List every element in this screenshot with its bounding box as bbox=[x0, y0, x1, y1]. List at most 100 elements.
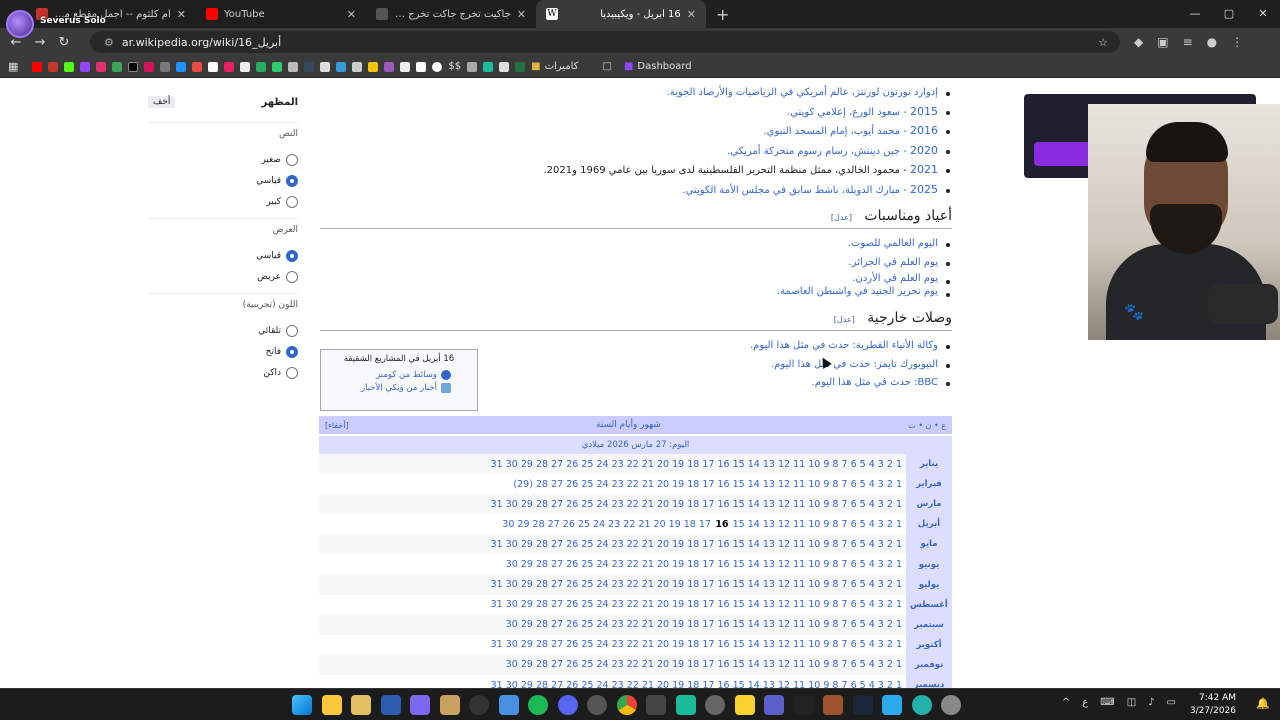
day-link[interactable]: 30 bbox=[503, 579, 518, 590]
day-link[interactable]: 7 bbox=[838, 579, 847, 590]
month-name[interactable]: أغسطس bbox=[906, 594, 952, 615]
day-link[interactable]: 21 bbox=[639, 680, 654, 688]
bookmark-money[interactable]: $$ bbox=[448, 61, 461, 72]
day-link[interactable]: 15 bbox=[730, 459, 745, 470]
day-link[interactable]: 24 bbox=[593, 459, 608, 470]
day-link[interactable]: 6 bbox=[848, 599, 857, 610]
day-link[interactable]: 1 bbox=[893, 479, 902, 490]
day-link[interactable]: 25 bbox=[578, 599, 593, 610]
day-link[interactable]: 18 bbox=[684, 639, 699, 650]
day-link[interactable]: 14 bbox=[745, 680, 760, 688]
day-link[interactable]: 8 bbox=[829, 559, 838, 570]
bookmark-icon[interactable] bbox=[368, 61, 379, 72]
day-link[interactable]: 16 bbox=[714, 659, 729, 670]
day-link[interactable]: 4 bbox=[866, 579, 875, 590]
tab-3[interactable]: جاكيت تخرج جاكت تخرج جاكيتات ✕ bbox=[366, 0, 536, 28]
apps-grid-icon[interactable]: ▦ bbox=[8, 60, 18, 73]
app-icon[interactable] bbox=[380, 695, 401, 715]
day-link[interactable]: 22 bbox=[624, 659, 639, 670]
day-link[interactable]: 9 bbox=[820, 599, 829, 610]
day-link[interactable]: 1 bbox=[893, 659, 902, 670]
day-link[interactable]: 5 bbox=[857, 599, 866, 610]
day-link[interactable]: 11 bbox=[790, 519, 805, 530]
day-link[interactable]: 11 bbox=[790, 539, 805, 550]
tab-2[interactable]: YouTube ✕ bbox=[196, 0, 366, 28]
day-link[interactable]: 5 bbox=[857, 459, 866, 470]
day-link[interactable]: 17 bbox=[699, 659, 714, 670]
day-link[interactable]: 29 bbox=[518, 659, 533, 670]
day-link[interactable]: 5 bbox=[857, 619, 866, 630]
day-link[interactable]: 17 bbox=[699, 559, 714, 570]
day-link[interactable]: 28 bbox=[530, 519, 545, 530]
day-link[interactable]: 1 bbox=[893, 579, 902, 590]
day-link[interactable]: 3 bbox=[875, 579, 884, 590]
day-link[interactable]: 5 bbox=[857, 680, 866, 688]
app-icon[interactable] bbox=[675, 695, 696, 715]
day-link[interactable]: 2 bbox=[884, 499, 893, 510]
day-link[interactable]: 8 bbox=[829, 479, 838, 490]
day-link[interactable]: 14 bbox=[745, 479, 760, 490]
day-link[interactable]: 25 bbox=[578, 539, 593, 550]
day-link[interactable]: 6 bbox=[848, 559, 857, 570]
day-link[interactable]: 13 bbox=[760, 639, 775, 650]
day-link[interactable]: 6 bbox=[848, 519, 857, 530]
day-link[interactable]: 24 bbox=[593, 680, 608, 688]
day-link[interactable]: 27 bbox=[548, 599, 563, 610]
day-link[interactable]: 28 bbox=[533, 680, 548, 688]
day-link[interactable]: 10 bbox=[805, 479, 820, 490]
day-link[interactable]: 12 bbox=[775, 559, 790, 570]
day-link[interactable]: 27 bbox=[548, 479, 563, 490]
day-link[interactable]: 28 bbox=[533, 599, 548, 610]
day-link[interactable]: 20 bbox=[654, 619, 669, 630]
day-link[interactable]: 1 bbox=[893, 639, 902, 650]
day-link[interactable]: 14 bbox=[745, 559, 760, 570]
day-link[interactable]: 19 bbox=[669, 659, 684, 670]
day-link[interactable]: 27 bbox=[548, 639, 563, 650]
color-dark[interactable]: داكن bbox=[148, 362, 298, 383]
bookmark-icon[interactable] bbox=[224, 61, 235, 72]
day-link[interactable]: 19 bbox=[669, 639, 684, 650]
maximize-button[interactable]: ▢ bbox=[1212, 0, 1246, 28]
bookmark-excel-icon[interactable] bbox=[515, 61, 526, 72]
day-link[interactable]: 24 bbox=[593, 599, 608, 610]
settings-icon[interactable] bbox=[941, 695, 961, 715]
bookmark-instagram-icon[interactable] bbox=[96, 61, 107, 72]
day-link[interactable]: 17 bbox=[699, 459, 714, 470]
day-link[interactable]: 12 bbox=[775, 479, 790, 490]
day-link[interactable]: 18 bbox=[684, 619, 699, 630]
day-link[interactable]: 31 bbox=[491, 599, 503, 610]
bookmark-icon[interactable] bbox=[352, 61, 363, 72]
day-link[interactable]: 7 bbox=[838, 639, 847, 650]
month-name[interactable]: أبريل bbox=[906, 514, 952, 535]
day-link[interactable]: 23 bbox=[609, 680, 624, 688]
notification-bell-icon[interactable]: 🔔 bbox=[1256, 697, 1270, 710]
color-light[interactable]: فاتح bbox=[148, 341, 298, 362]
day-link[interactable]: 6 bbox=[848, 659, 857, 670]
keyboard-icon[interactable]: ⌨ bbox=[1100, 697, 1114, 708]
day-link[interactable]: 12 bbox=[775, 680, 790, 688]
day-link[interactable]: 8 bbox=[829, 659, 838, 670]
bookmark-icon[interactable] bbox=[483, 61, 494, 72]
day-link[interactable]: 29 bbox=[518, 579, 533, 590]
radio-checked-icon[interactable] bbox=[286, 249, 298, 262]
day-link[interactable]: 20 bbox=[654, 479, 669, 490]
day-link[interactable]: 19 bbox=[669, 459, 684, 470]
day-link[interactable]: 19 bbox=[669, 619, 684, 630]
day-link[interactable]: 30 bbox=[502, 519, 514, 530]
day-link[interactable]: 13 bbox=[760, 659, 775, 670]
day-link[interactable]: 31 bbox=[491, 579, 503, 590]
day-link[interactable]: 23 bbox=[609, 659, 624, 670]
day-link[interactable]: 21 bbox=[639, 639, 654, 650]
text-size-standard[interactable]: قياسي bbox=[148, 170, 298, 191]
bookmark-icon[interactable] bbox=[384, 61, 395, 72]
bookmark-folder-other[interactable]: □ bbox=[603, 61, 612, 72]
day-link[interactable]: 5 bbox=[857, 519, 866, 530]
day-link[interactable]: 16 bbox=[714, 459, 729, 470]
close-icon[interactable]: ✕ bbox=[347, 8, 356, 21]
radio-icon[interactable] bbox=[286, 195, 298, 208]
bookmark-kick-icon[interactable] bbox=[64, 61, 75, 72]
volume-icon[interactable]: ♪ bbox=[1148, 697, 1154, 708]
day-link[interactable]: 13 bbox=[760, 599, 775, 610]
day-link[interactable]: 17 bbox=[699, 680, 714, 688]
day-link[interactable]: 7 bbox=[838, 479, 847, 490]
